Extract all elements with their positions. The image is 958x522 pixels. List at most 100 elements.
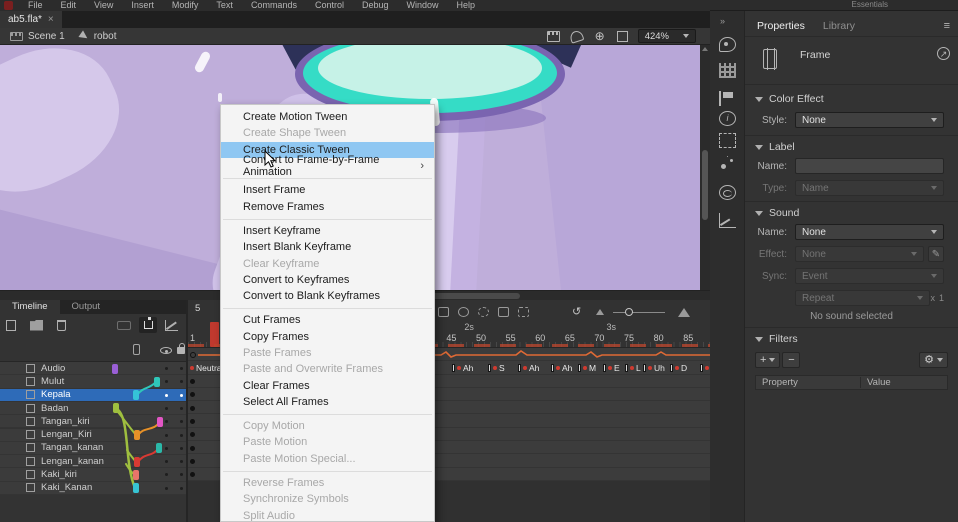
- show-parenting-button[interactable]: [139, 317, 157, 333]
- help-icon[interactable]: ↗: [937, 47, 950, 60]
- menu-bar-item[interactable]: Commands: [242, 0, 306, 11]
- first-keyframe-marker[interactable]: [190, 456, 195, 466]
- edit-sound-envelope-icon[interactable]: ✎: [928, 246, 944, 262]
- context-menu-item[interactable]: Convert to Keyframes: [221, 272, 434, 288]
- workspace-switcher[interactable]: Essentials: [852, 0, 958, 10]
- layer-visibility-dot[interactable]: [165, 420, 168, 423]
- layer-lock-dot[interactable]: [180, 407, 183, 410]
- stage-vertical-scrollbar[interactable]: [700, 45, 710, 290]
- layer-lock-dot[interactable]: [180, 420, 183, 423]
- phoneme-keyframe[interactable]: D: [670, 363, 687, 373]
- context-menu-item[interactable]: Create Motion Tween: [221, 109, 434, 125]
- layer-lock-dot[interactable]: [180, 394, 183, 397]
- graph-editor-icon[interactable]: [165, 320, 178, 331]
- phoneme-keyframe[interactable]: Ah: [452, 363, 473, 373]
- layer-row-tangan_kanan[interactable]: Tangan_kanan: [0, 442, 186, 455]
- context-menu-item[interactable]: Remove Frames: [221, 198, 434, 214]
- layer-lock-dot[interactable]: [180, 487, 183, 490]
- first-keyframe-marker[interactable]: [190, 403, 195, 413]
- first-keyframe-marker[interactable]: [190, 377, 195, 387]
- new-folder-button[interactable]: [30, 320, 43, 331]
- layer-row-kepala[interactable]: Kepala: [0, 389, 186, 402]
- visibility-column-icon[interactable]: [160, 347, 172, 354]
- context-menu-item[interactable]: Insert Frame: [221, 182, 434, 198]
- color-panel-icon[interactable]: [719, 37, 736, 52]
- motion-graph-panel-icon[interactable]: [719, 213, 736, 228]
- layer-visibility-dot[interactable]: [165, 487, 168, 490]
- insert-frame-icon[interactable]: [438, 307, 449, 317]
- first-keyframe-marker[interactable]: [190, 443, 195, 453]
- layer-lock-dot[interactable]: [180, 447, 183, 450]
- clapperboard-icon[interactable]: [547, 31, 560, 42]
- breadcrumb-scene[interactable]: Scene 1: [28, 31, 65, 42]
- layer-row-tangan_kiri[interactable]: Tangan_kiri: [0, 415, 186, 428]
- creative-cloud-icon[interactable]: [719, 185, 736, 200]
- layer-lock-dot[interactable]: [180, 380, 183, 383]
- layer-row-lengan_kiri[interactable]: Lengan_Kiri: [0, 429, 186, 442]
- menu-bar-item[interactable]: View: [85, 0, 122, 11]
- remove-filter-button[interactable]: −: [782, 352, 800, 368]
- layer-lock-dot[interactable]: [180, 460, 183, 463]
- layer-visibility-dot[interactable]: [165, 367, 168, 370]
- layer-lock-dot[interactable]: [180, 434, 183, 437]
- context-menu-item[interactable]: Clear Frames: [221, 377, 434, 393]
- timeline-tab[interactable]: Timeline: [0, 300, 60, 314]
- filter-options-button[interactable]: ⚙: [919, 352, 948, 368]
- collapse-panels-icon[interactable]: »: [720, 16, 725, 26]
- swatches-panel-icon[interactable]: [719, 63, 736, 78]
- menu-bar-item[interactable]: Help: [448, 0, 485, 11]
- camera-icon[interactable]: [117, 321, 131, 330]
- paint-bucket-icon[interactable]: [568, 29, 584, 43]
- slider-knob[interactable]: [625, 308, 633, 316]
- style-select[interactable]: None: [795, 112, 944, 128]
- panel-tab[interactable]: Library: [823, 20, 855, 32]
- phoneme-keyframe[interactable]: L: [625, 363, 641, 373]
- panel-tab[interactable]: Properties: [757, 20, 805, 32]
- phoneme-keyframe[interactable]: Ah: [518, 363, 539, 373]
- phoneme-keyframe[interactable]: S: [700, 363, 710, 373]
- layer-lock-dot[interactable]: [180, 473, 183, 476]
- first-keyframe-marker[interactable]: [190, 430, 195, 440]
- first-keyframe-marker[interactable]: [190, 417, 195, 427]
- context-menu-item[interactable]: Insert Keyframe: [221, 223, 434, 239]
- first-keyframe-marker[interactable]: [190, 470, 195, 480]
- section-label[interactable]: Label: [745, 139, 958, 155]
- frame-size-slider[interactable]: [613, 312, 665, 313]
- layer-visibility-dot[interactable]: [165, 380, 168, 383]
- layer-row-mulut[interactable]: Mulut: [0, 375, 186, 388]
- context-menu-item[interactable]: Convert to Frame-by-Frame Animation›: [221, 158, 434, 174]
- layer-row-audio[interactable]: Audio: [0, 362, 186, 375]
- first-keyframe-marker[interactable]: [190, 390, 195, 400]
- context-menu-item[interactable]: Select All Frames: [221, 394, 434, 410]
- center-stage-icon[interactable]: ⊕: [593, 31, 607, 42]
- align-panel-icon[interactable]: [719, 91, 736, 106]
- transform-panel-icon[interactable]: [719, 133, 736, 148]
- particles-panel-icon[interactable]: [719, 157, 736, 172]
- zoom-in-frames-icon[interactable]: [678, 308, 690, 317]
- lock-column-icon[interactable]: [177, 347, 185, 354]
- add-filter-button[interactable]: +: [755, 352, 780, 368]
- onion-skin-icon[interactable]: [458, 307, 469, 317]
- section-color-effect[interactable]: Color Effect: [745, 91, 958, 107]
- layer-visibility-dot[interactable]: [165, 407, 168, 410]
- scrollbar-thumb[interactable]: [702, 150, 708, 220]
- layer-row-badan[interactable]: Badan: [0, 402, 186, 415]
- label-name-input[interactable]: [795, 158, 944, 174]
- section-sound[interactable]: Sound: [745, 205, 958, 221]
- menu-bar-item[interactable]: Window: [398, 0, 448, 11]
- layer-lock-dot[interactable]: [180, 367, 183, 370]
- zoom-out-frames-icon[interactable]: [596, 309, 604, 315]
- phoneme-keyframe[interactable]: S: [488, 363, 505, 373]
- delete-layer-button[interactable]: [57, 320, 66, 331]
- sound-name-select[interactable]: None: [795, 224, 944, 240]
- zoom-level-select[interactable]: 424%: [638, 29, 696, 43]
- context-menu-item[interactable]: Cut Frames: [221, 312, 434, 328]
- context-menu-item[interactable]: Insert Blank Keyframe: [221, 239, 434, 255]
- phoneme-keyframe[interactable]: Uh: [643, 363, 665, 373]
- layer-row-kaki_kiri[interactable]: Kaki_kiri: [0, 468, 186, 481]
- layer-visibility-dot[interactable]: [165, 447, 168, 450]
- new-layer-button[interactable]: [6, 320, 16, 331]
- layer-visibility-dot[interactable]: [165, 434, 168, 437]
- layer-row-lengan_kanan[interactable]: Lengan_kanan: [0, 455, 186, 468]
- fit-to-window-icon[interactable]: [617, 31, 628, 42]
